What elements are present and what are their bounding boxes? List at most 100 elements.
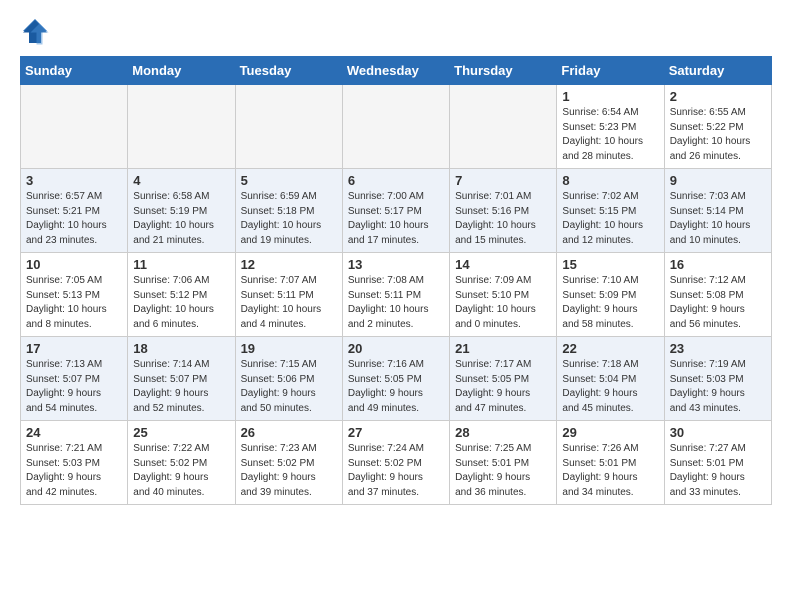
week-row-4: 17 Sunrise: 7:13 AM Sunset: 5:07 PM Dayli… xyxy=(21,337,772,421)
day-info: Sunrise: 6:54 AM Sunset: 5:23 PM Dayligh… xyxy=(562,106,658,164)
day-info: Sunrise: 7:21 AM Sunset: 5:03 PM Dayligh… xyxy=(26,442,122,500)
calendar-cell: 23Sunrise: 7:19 AM Sunset: 5:03 PM Dayli… xyxy=(664,337,771,421)
day-number: 3 xyxy=(26,173,122,188)
calendar-cell: 11 Sunrise: 7:06 AM Sunset: 5:12 PM Dayli… xyxy=(128,253,235,337)
day-info: Sunrise: 6:57 AM Sunset: 5:21 PM Dayligh… xyxy=(26,190,122,248)
calendar-cell: 20 Sunrise: 7:16 AM Sunset: 5:05 PM Dayli… xyxy=(342,337,449,421)
day-number: 12 xyxy=(241,257,337,272)
empty-cell xyxy=(235,85,342,169)
logo xyxy=(20,16,54,46)
day-info: Sunrise: 7:01 AM Sunset: 5:16 PM Dayligh… xyxy=(455,190,551,248)
week-row-5: 24Sunrise: 7:21 AM Sunset: 5:03 PM Dayli… xyxy=(21,421,772,505)
empty-cell xyxy=(128,85,235,169)
calendar-cell: 17 Sunrise: 7:13 AM Sunset: 5:07 PM Dayli… xyxy=(21,337,128,421)
calendar-cell: 4 Sunrise: 6:58 AM Sunset: 5:19 PM Daylig… xyxy=(128,169,235,253)
col-header-saturday: Saturday xyxy=(664,57,771,85)
day-info: Sunrise: 7:12 AM Sunset: 5:08 PM Dayligh… xyxy=(670,274,766,332)
col-header-tuesday: Tuesday xyxy=(235,57,342,85)
day-number: 19 xyxy=(241,341,337,356)
day-info: Sunrise: 7:03 AM Sunset: 5:14 PM Dayligh… xyxy=(670,190,766,248)
day-number: 20 xyxy=(348,341,444,356)
day-info: Sunrise: 7:07 AM Sunset: 5:11 PM Dayligh… xyxy=(241,274,337,332)
calendar-cell: 5Sunrise: 6:59 AM Sunset: 5:18 PM Daylig… xyxy=(235,169,342,253)
calendar-cell: 30 Sunrise: 7:27 AM Sunset: 5:01 PM Dayli… xyxy=(664,421,771,505)
col-header-wednesday: Wednesday xyxy=(342,57,449,85)
day-info: Sunrise: 7:19 AM Sunset: 5:03 PM Dayligh… xyxy=(670,358,766,416)
calendar-cell: 18Sunrise: 7:14 AM Sunset: 5:07 PM Dayli… xyxy=(128,337,235,421)
calendar-cell: 21Sunrise: 7:17 AM Sunset: 5:05 PM Dayli… xyxy=(450,337,557,421)
day-number: 5 xyxy=(241,173,337,188)
day-number: 17 xyxy=(26,341,122,356)
calendar-header-row: SundayMondayTuesdayWednesdayThursdayFrid… xyxy=(21,57,772,85)
day-number: 11 xyxy=(133,257,229,272)
calendar-cell: 12 Sunrise: 7:07 AM Sunset: 5:11 PM Dayli… xyxy=(235,253,342,337)
day-number: 4 xyxy=(133,173,229,188)
day-info: Sunrise: 7:22 AM Sunset: 5:02 PM Dayligh… xyxy=(133,442,229,500)
day-number: 30 xyxy=(670,425,766,440)
week-row-2: 3 Sunrise: 6:57 AM Sunset: 5:21 PM Daylig… xyxy=(21,169,772,253)
empty-cell xyxy=(342,85,449,169)
empty-cell xyxy=(21,85,128,169)
calendar-cell: 14Sunrise: 7:09 AM Sunset: 5:10 PM Dayli… xyxy=(450,253,557,337)
calendar-cell: 2 Sunrise: 6:55 AM Sunset: 5:22 PM Daylig… xyxy=(664,85,771,169)
day-info: Sunrise: 7:25 AM Sunset: 5:01 PM Dayligh… xyxy=(455,442,551,500)
day-number: 7 xyxy=(455,173,551,188)
day-info: Sunrise: 7:02 AM Sunset: 5:15 PM Dayligh… xyxy=(562,190,658,248)
col-header-thursday: Thursday xyxy=(450,57,557,85)
calendar-cell: 22 Sunrise: 7:18 AM Sunset: 5:04 PM Dayli… xyxy=(557,337,664,421)
day-number: 26 xyxy=(241,425,337,440)
day-info: Sunrise: 7:10 AM Sunset: 5:09 PM Dayligh… xyxy=(562,274,658,332)
day-number: 15 xyxy=(562,257,658,272)
day-info: Sunrise: 7:05 AM Sunset: 5:13 PM Dayligh… xyxy=(26,274,122,332)
day-info: Sunrise: 7:27 AM Sunset: 5:01 PM Dayligh… xyxy=(670,442,766,500)
day-number: 27 xyxy=(348,425,444,440)
calendar-cell: 27 Sunrise: 7:24 AM Sunset: 5:02 PM Dayli… xyxy=(342,421,449,505)
empty-cell xyxy=(450,85,557,169)
day-info: Sunrise: 7:13 AM Sunset: 5:07 PM Dayligh… xyxy=(26,358,122,416)
calendar-cell: 1 Sunrise: 6:54 AM Sunset: 5:23 PM Daylig… xyxy=(557,85,664,169)
calendar-cell: 8 Sunrise: 7:02 AM Sunset: 5:15 PM Daylig… xyxy=(557,169,664,253)
day-info: Sunrise: 7:06 AM Sunset: 5:12 PM Dayligh… xyxy=(133,274,229,332)
col-header-friday: Friday xyxy=(557,57,664,85)
calendar-cell: 3 Sunrise: 6:57 AM Sunset: 5:21 PM Daylig… xyxy=(21,169,128,253)
day-info: Sunrise: 7:09 AM Sunset: 5:10 PM Dayligh… xyxy=(455,274,551,332)
calendar-cell: 6 Sunrise: 7:00 AM Sunset: 5:17 PM Daylig… xyxy=(342,169,449,253)
logo-icon xyxy=(20,16,50,46)
calendar-cell: 29Sunrise: 7:26 AM Sunset: 5:01 PM Dayli… xyxy=(557,421,664,505)
day-number: 1 xyxy=(562,89,658,104)
day-info: Sunrise: 7:14 AM Sunset: 5:07 PM Dayligh… xyxy=(133,358,229,416)
week-row-3: 10 Sunrise: 7:05 AM Sunset: 5:13 PM Dayli… xyxy=(21,253,772,337)
calendar-cell: 24Sunrise: 7:21 AM Sunset: 5:03 PM Dayli… xyxy=(21,421,128,505)
day-number: 2 xyxy=(670,89,766,104)
day-info: Sunrise: 7:16 AM Sunset: 5:05 PM Dayligh… xyxy=(348,358,444,416)
calendar-cell: 15 Sunrise: 7:10 AM Sunset: 5:09 PM Dayli… xyxy=(557,253,664,337)
calendar-cell: 9 Sunrise: 7:03 AM Sunset: 5:14 PM Daylig… xyxy=(664,169,771,253)
day-number: 28 xyxy=(455,425,551,440)
calendar-cell: 10 Sunrise: 7:05 AM Sunset: 5:13 PM Dayli… xyxy=(21,253,128,337)
day-number: 22 xyxy=(562,341,658,356)
day-info: Sunrise: 7:00 AM Sunset: 5:17 PM Dayligh… xyxy=(348,190,444,248)
calendar-table: SundayMondayTuesdayWednesdayThursdayFrid… xyxy=(20,56,772,505)
col-header-sunday: Sunday xyxy=(21,57,128,85)
day-number: 29 xyxy=(562,425,658,440)
day-info: Sunrise: 7:08 AM Sunset: 5:11 PM Dayligh… xyxy=(348,274,444,332)
day-info: Sunrise: 6:55 AM Sunset: 5:22 PM Dayligh… xyxy=(670,106,766,164)
calendar-cell: 19 Sunrise: 7:15 AM Sunset: 5:06 PM Dayli… xyxy=(235,337,342,421)
col-header-monday: Monday xyxy=(128,57,235,85)
header xyxy=(20,16,772,46)
day-info: Sunrise: 7:23 AM Sunset: 5:02 PM Dayligh… xyxy=(241,442,337,500)
page: SundayMondayTuesdayWednesdayThursdayFrid… xyxy=(0,0,792,521)
day-number: 10 xyxy=(26,257,122,272)
day-number: 9 xyxy=(670,173,766,188)
day-info: Sunrise: 7:15 AM Sunset: 5:06 PM Dayligh… xyxy=(241,358,337,416)
day-number: 21 xyxy=(455,341,551,356)
day-number: 6 xyxy=(348,173,444,188)
day-number: 16 xyxy=(670,257,766,272)
day-info: Sunrise: 7:18 AM Sunset: 5:04 PM Dayligh… xyxy=(562,358,658,416)
week-row-1: 1 Sunrise: 6:54 AM Sunset: 5:23 PM Daylig… xyxy=(21,85,772,169)
calendar-cell: 7 Sunrise: 7:01 AM Sunset: 5:16 PM Daylig… xyxy=(450,169,557,253)
day-number: 25 xyxy=(133,425,229,440)
day-info: Sunrise: 7:24 AM Sunset: 5:02 PM Dayligh… xyxy=(348,442,444,500)
day-info: Sunrise: 6:58 AM Sunset: 5:19 PM Dayligh… xyxy=(133,190,229,248)
day-number: 8 xyxy=(562,173,658,188)
